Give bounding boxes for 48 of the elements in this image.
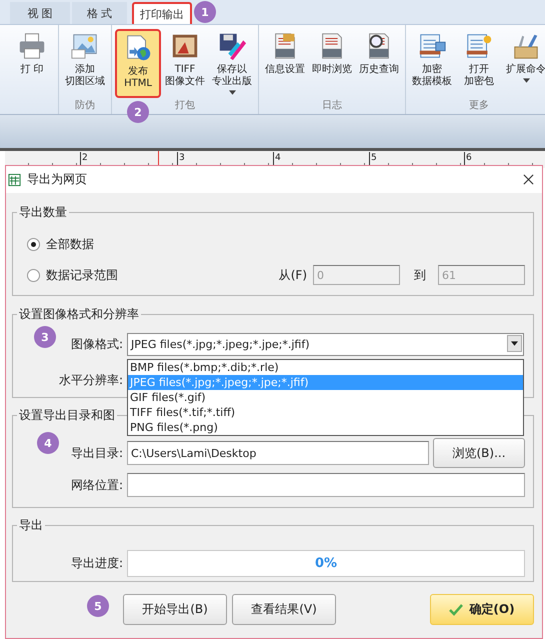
close-icon[interactable] [523,174,534,185]
network-field[interactable] [127,473,525,497]
browse-button[interactable]: 浏览(B)... [433,438,525,468]
format-dropdown[interactable]: JPEG files(*.jpg;*.jpeg;*.jpe;*.jfif) [127,332,524,356]
caret-icon [511,340,518,346]
progress-text: 0% [314,556,338,570]
dropdown-option[interactable]: GIF files(*.gif) [128,390,523,405]
group-label: 日志 [322,98,342,112]
field-label: 从(F) [278,266,307,284]
group-label: 打包 [175,98,195,112]
group-label: 防伪 [75,98,95,112]
ribbon-tab[interactable]: 视 图 [10,2,70,24]
dropdown-option[interactable]: TIFF files(*.tif;*.tiff) [128,405,523,420]
group-title: 导出数量 [18,204,68,221]
radio-button[interactable]: 数据记录范围 [27,266,118,284]
ribbon-button[interactable]: 加密 数据模板 [409,29,455,98]
field-label: 网络位置: [70,476,123,494]
dialog-title: 导出为网页 [27,171,88,188]
group-title: 设置图像格式和分辨率 [18,306,140,323]
check-icon [449,604,464,616]
group-title: 导出 [18,517,44,534]
ribbon-button[interactable]: 打 印 [9,29,55,112]
ok-button[interactable]: 确定(O) [430,594,534,625]
ribbon-button[interactable]: 信息设置 [262,29,308,98]
ribbon-button[interactable]: 即时浏览 [309,29,355,98]
field-label: 导出目录: [70,444,123,462]
group-label: 更多 [469,99,489,112]
ribbon-button[interactable]: 发布 HTML [115,29,161,98]
ribbon-button[interactable]: 历史查询 [356,29,402,98]
dropdown-option[interactable]: BMP files(*.bmp;*.dib;*.rle) [128,360,523,375]
printer-icon [17,31,47,61]
field-label: 水平分辨率: [58,372,123,388]
group-title: 设置导出目录和图 [18,407,116,424]
ribbon-button[interactable]: TIFF 图像文件 [162,29,208,98]
floppy-disk-icon [217,31,247,61]
dropdown-option[interactable]: PNG files(*.png) [128,420,523,435]
field-label: 导出进度: [70,554,123,572]
ribbon-tab[interactable]: 打印输出 [132,2,192,24]
dialog-button[interactable]: 开始导出(B) [123,594,227,625]
ribbon-button[interactable]: 添加 切图区域 [62,29,108,98]
radio-button[interactable]: 全部数据 [27,236,94,252]
field-label: 到 [414,266,426,284]
ribbon-button[interactable]: 保存以 专业出版 [209,29,255,98]
field-label: 图像格式: [70,336,123,352]
ribbon-tab[interactable]: 格 式 [72,2,127,24]
ribbon-button[interactable]: 打开 加密包 [456,29,502,98]
dialog-button[interactable]: 查看结果(V) [232,594,336,625]
directory-field[interactable]: C:\Users\Lami\Desktop [127,441,429,465]
